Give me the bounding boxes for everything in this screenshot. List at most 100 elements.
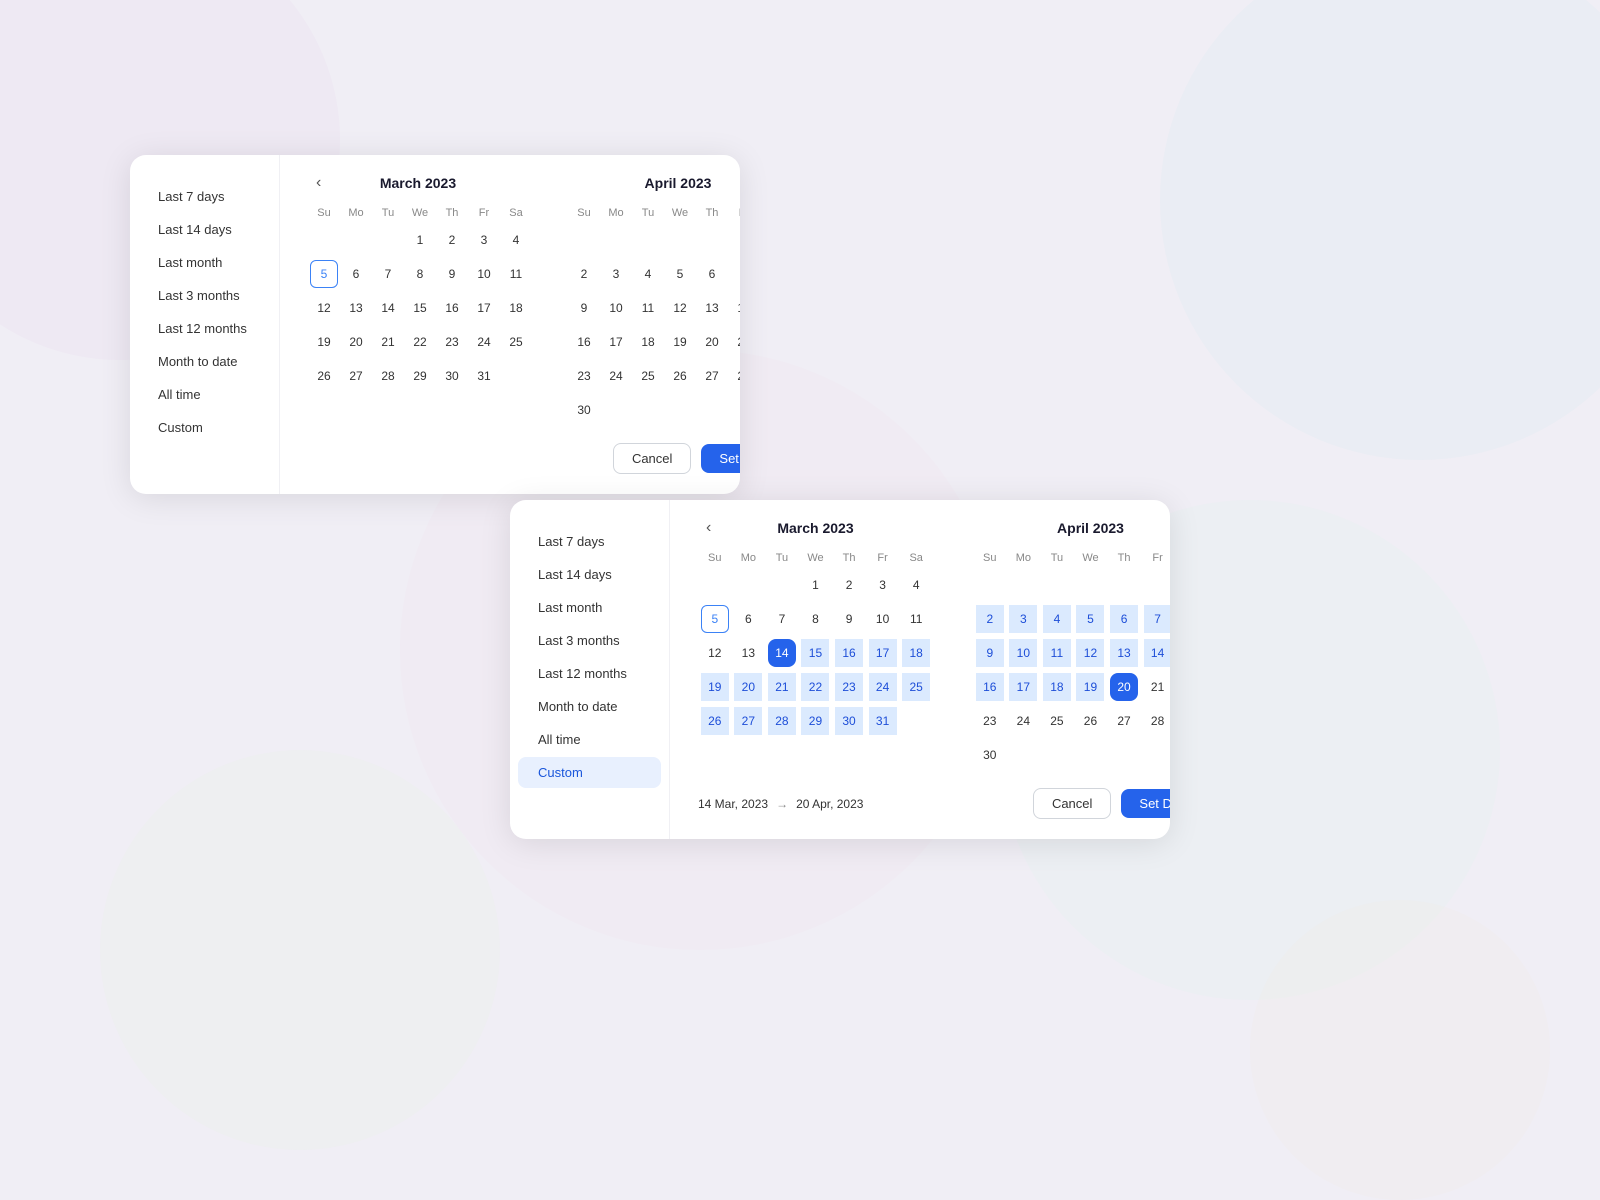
day-cell-20[interactable]: 20 [342,328,370,356]
day-cell-24[interactable]: 24 [470,328,498,356]
day-cell-6[interactable]: 6 [698,260,726,288]
sidebar-item-last12months-1[interactable]: Last 12 months [138,313,271,344]
day-cell-27[interactable]: 27 [734,707,762,735]
day-cell-4[interactable]: 4 [634,260,662,288]
sidebar-item-lastmonth-1[interactable]: Last month [138,247,271,278]
day-cell-17[interactable]: 17 [1009,673,1037,701]
day-cell-14[interactable]: 14 [730,294,740,322]
day-cell-21[interactable]: 21 [1144,673,1170,701]
day-cell-16[interactable]: 16 [570,328,598,356]
day-cell-24[interactable]: 24 [1009,707,1037,735]
day-cell-18[interactable]: 18 [502,294,530,322]
day-cell-6[interactable]: 6 [1110,605,1138,633]
day-cell-7[interactable]: 7 [768,605,796,633]
day-cell-19[interactable]: 19 [1076,673,1104,701]
day-cell-25[interactable]: 25 [634,362,662,390]
day-cell-21[interactable]: 21 [768,673,796,701]
day-cell-1[interactable]: 1 [801,571,829,599]
day-cell-28[interactable]: 28 [374,362,402,390]
day-cell-11[interactable]: 11 [634,294,662,322]
day-cell-14[interactable]: 14 [768,639,796,667]
day-cell-24[interactable]: 24 [869,673,897,701]
day-cell-25[interactable]: 25 [1043,707,1071,735]
day-cell-29[interactable]: 29 [801,707,829,735]
sidebar-item-last7days-1[interactable]: Last 7 days [138,181,271,212]
day-cell-8[interactable]: 8 [801,605,829,633]
day-cell-9[interactable]: 9 [570,294,598,322]
sidebar-item-lastmonth-2[interactable]: Last month [518,592,661,623]
day-cell-27[interactable]: 27 [342,362,370,390]
day-cell-3[interactable]: 3 [869,571,897,599]
day-cell-18[interactable]: 18 [902,639,930,667]
day-cell-20[interactable]: 20 [734,673,762,701]
day-cell-19[interactable]: 19 [310,328,338,356]
day-cell-11[interactable]: 11 [902,605,930,633]
day-cell-16[interactable]: 16 [976,673,1004,701]
day-cell-11[interactable]: 11 [502,260,530,288]
day-cell-5[interactable]: 5 [666,260,694,288]
day-cell-4[interactable]: 4 [902,571,930,599]
day-cell-23[interactable]: 23 [835,673,863,701]
day-cell-12[interactable]: 12 [310,294,338,322]
day-cell-30[interactable]: 30 [835,707,863,735]
day-cell-16[interactable]: 16 [438,294,466,322]
day-cell-23[interactable]: 23 [570,362,598,390]
day-cell-26[interactable]: 26 [666,362,694,390]
sidebar-item-last3months-1[interactable]: Last 3 months [138,280,271,311]
day-cell-3[interactable]: 3 [602,260,630,288]
day-cell-13[interactable]: 13 [1110,639,1138,667]
day-cell-13[interactable]: 13 [734,639,762,667]
sidebar-item-custom-2[interactable]: Custom [518,757,661,788]
sidebar-item-alltime-2[interactable]: All time [518,724,661,755]
day-cell-2[interactable]: 2 [438,226,466,254]
day-cell-17[interactable]: 17 [869,639,897,667]
day-cell-22[interactable]: 22 [801,673,829,701]
day-cell-17[interactable]: 17 [602,328,630,356]
day-cell-3[interactable]: 3 [470,226,498,254]
day-cell-11[interactable]: 11 [1043,639,1071,667]
day-cell-1[interactable]: 1 [406,226,434,254]
sidebar-item-monthtodate-1[interactable]: Month to date [138,346,271,377]
day-cell-9[interactable]: 9 [835,605,863,633]
day-cell-7[interactable]: 7 [1144,605,1170,633]
day-cell-24[interactable]: 24 [602,362,630,390]
day-cell-21[interactable]: 21 [374,328,402,356]
day-cell-31[interactable]: 31 [869,707,897,735]
day-cell-20[interactable]: 20 [1110,673,1138,701]
day-cell-16[interactable]: 16 [835,639,863,667]
sidebar-item-custom-1[interactable]: Custom [138,412,271,443]
day-cell-4[interactable]: 4 [502,226,530,254]
sidebar-item-last14days-2[interactable]: Last 14 days [518,559,661,590]
day-cell-29[interactable]: 29 [406,362,434,390]
set-date-button-2[interactable]: Set Date [1121,789,1170,818]
cancel-button-1[interactable]: Cancel [613,443,691,474]
day-cell-30[interactable]: 30 [976,741,1004,769]
day-cell-30[interactable]: 30 [570,396,598,424]
day-cell-28[interactable]: 28 [768,707,796,735]
day-cell-27[interactable]: 27 [698,362,726,390]
day-cell-26[interactable]: 26 [310,362,338,390]
day-cell-28[interactable]: 28 [730,362,740,390]
day-cell-20[interactable]: 20 [698,328,726,356]
sidebar-item-alltime-1[interactable]: All time [138,379,271,410]
day-cell-5[interactable]: 5 [310,260,338,288]
sidebar-item-last3months-2[interactable]: Last 3 months [518,625,661,656]
day-cell-9[interactable]: 9 [438,260,466,288]
cancel-button-2[interactable]: Cancel [1033,788,1111,819]
day-cell-13[interactable]: 13 [342,294,370,322]
day-cell-28[interactable]: 28 [1144,707,1170,735]
day-cell-12[interactable]: 12 [666,294,694,322]
prev-month-btn-2[interactable]: ‹ [698,515,719,541]
day-cell-2[interactable]: 2 [570,260,598,288]
day-cell-18[interactable]: 18 [634,328,662,356]
day-cell-30[interactable]: 30 [438,362,466,390]
day-cell-12[interactable]: 12 [701,639,729,667]
day-cell-5[interactable]: 5 [701,605,729,633]
day-cell-23[interactable]: 23 [438,328,466,356]
sidebar-item-last7days-2[interactable]: Last 7 days [518,526,661,557]
day-cell-25[interactable]: 25 [502,328,530,356]
day-cell-14[interactable]: 14 [1144,639,1170,667]
day-cell-17[interactable]: 17 [470,294,498,322]
day-cell-27[interactable]: 27 [1110,707,1138,735]
sidebar-item-monthtodate-2[interactable]: Month to date [518,691,661,722]
